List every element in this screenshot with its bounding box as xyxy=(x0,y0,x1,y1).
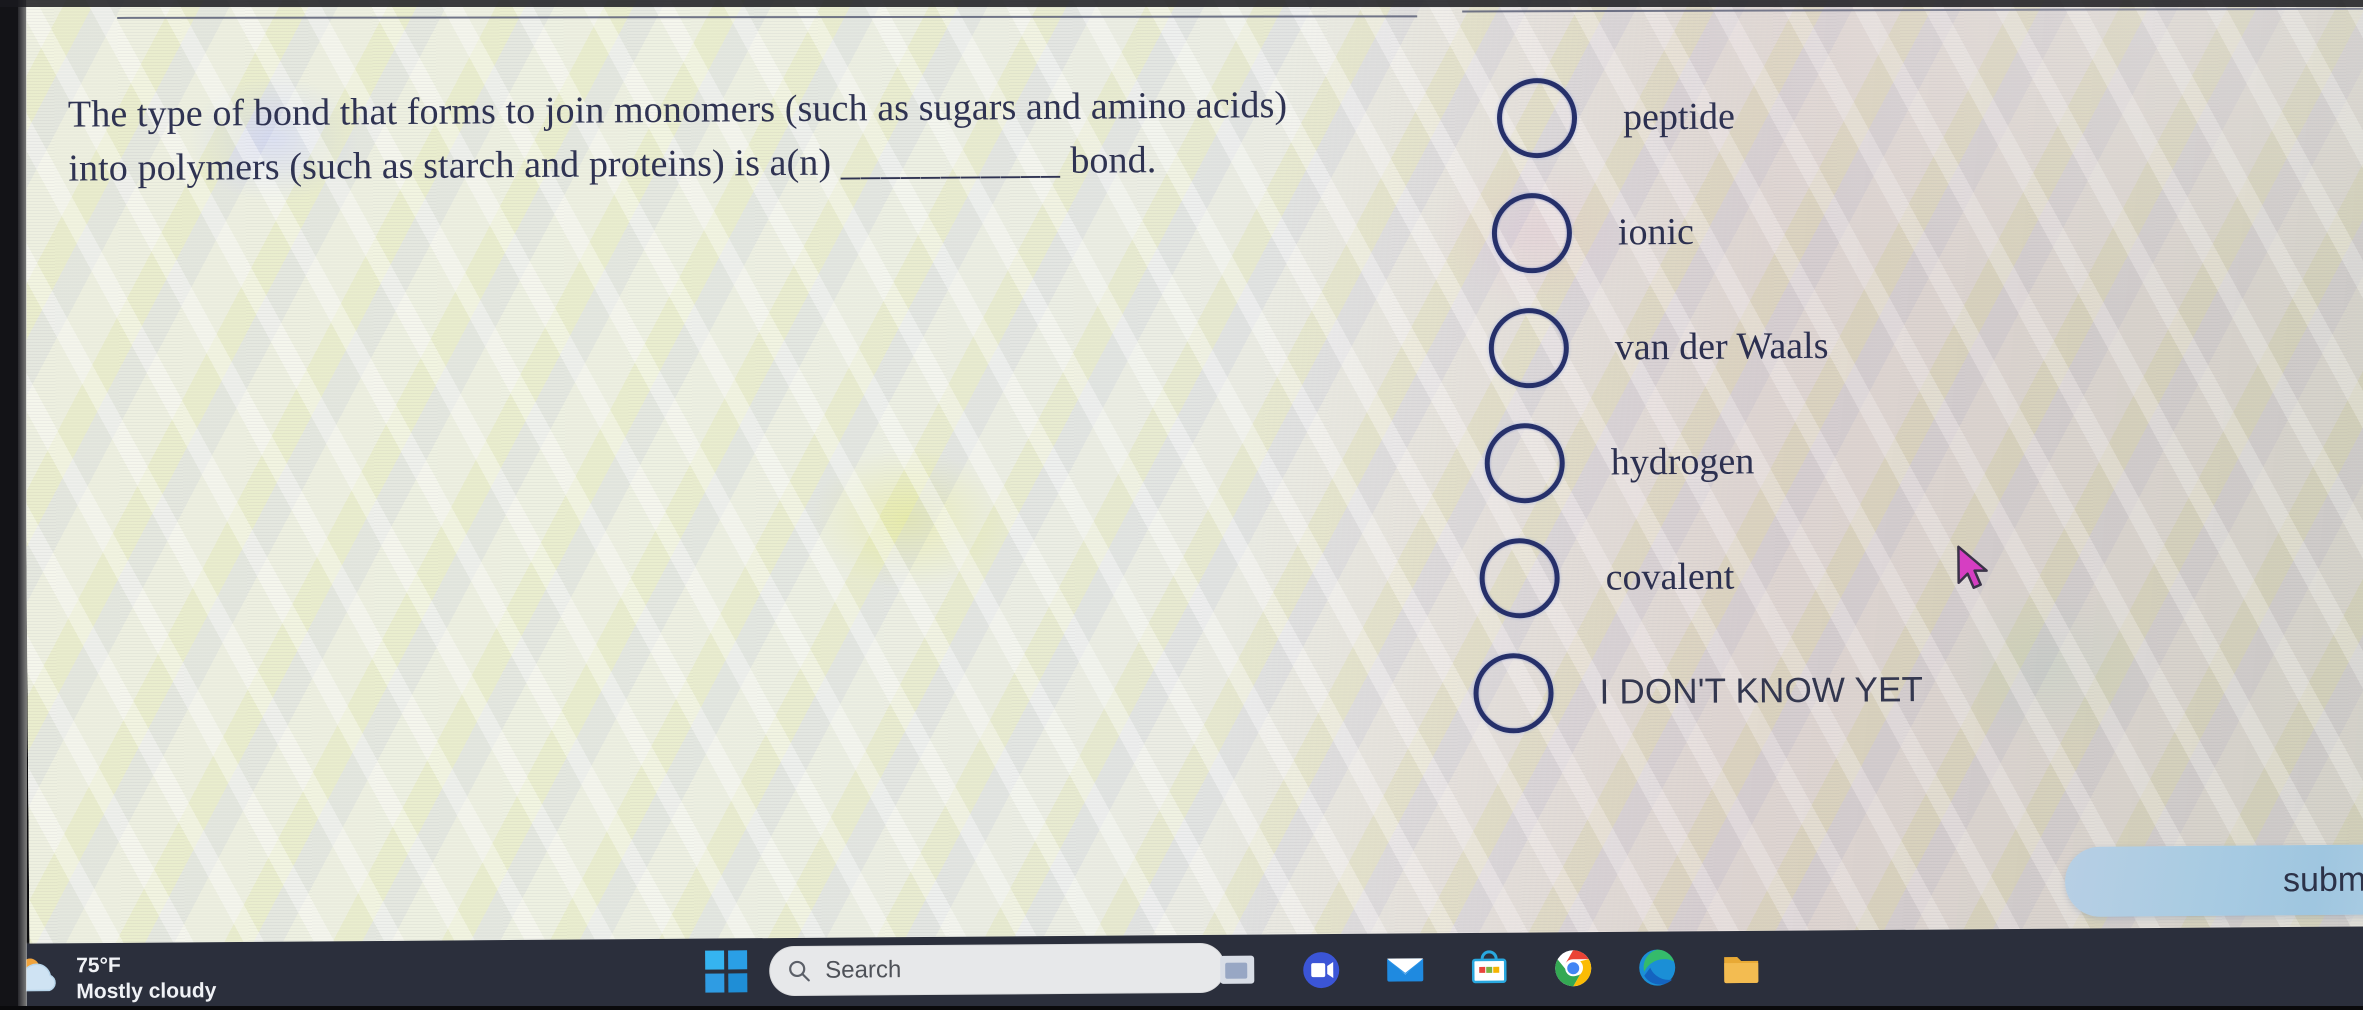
search-icon xyxy=(787,959,811,983)
question-text: The type of bond that forms to join mono… xyxy=(68,79,1329,197)
edge-icon[interactable] xyxy=(1635,945,1679,989)
submit-button[interactable]: submit xyxy=(2064,843,2363,917)
windows-pane-4 xyxy=(728,973,748,993)
question-blank: ___________ xyxy=(840,139,1061,184)
taskbar-weather-widget[interactable]: 75°F Mostly cloudy xyxy=(10,952,216,1006)
answer-options-list: peptide ionic van der Waals hydrogen cov… xyxy=(1463,54,2363,751)
answer-option-label: peptide xyxy=(1622,95,1736,138)
answer-option-i-dont-know-yet[interactable]: I DON'T KNOW YET xyxy=(1473,629,2363,751)
answer-option-label: van der Waals xyxy=(1614,324,1829,369)
submit-button-label: submit xyxy=(2282,859,2363,899)
windows-pane-2 xyxy=(728,950,748,970)
monitor-bezel-left xyxy=(0,0,27,1010)
mouse-cursor-arrow-icon xyxy=(1955,545,1991,591)
answer-option-label: ionic xyxy=(1617,210,1695,253)
radio-circle-icon[interactable] xyxy=(1473,652,1554,734)
taskbar-search-input[interactable]: Search xyxy=(769,942,1226,997)
quiz-page: ANSWER The type of bond that forms to jo… xyxy=(22,0,2363,954)
answer-option-peptide[interactable]: peptide xyxy=(1496,54,2363,176)
monitor-bezel-bottom xyxy=(0,1006,2363,1010)
folder-icon[interactable] xyxy=(1719,945,1763,989)
windows-pane-3 xyxy=(705,973,725,993)
mail-icon[interactable] xyxy=(1383,947,1427,991)
answer-option-ionic[interactable]: ionic xyxy=(1491,169,2363,291)
question-divider xyxy=(117,15,1418,19)
answer-option-hydrogen[interactable]: hydrogen xyxy=(1484,399,2363,521)
weather-temperature: 75°F xyxy=(76,953,121,978)
answer-option-label: I DON'T KNOW YET xyxy=(1599,669,1924,712)
microsoft-store-icon[interactable] xyxy=(1467,947,1511,991)
radio-circle-icon[interactable] xyxy=(1496,77,1578,158)
radio-circle-icon[interactable] xyxy=(1491,192,1573,273)
start-button-windows-logo-icon[interactable] xyxy=(705,950,748,993)
answer-option-label: hydrogen xyxy=(1610,439,1755,484)
photo-of-screen: ANSWER The type of bond that forms to jo… xyxy=(0,0,2363,1010)
radio-circle-icon[interactable] xyxy=(1484,422,1566,504)
windows-pane-1 xyxy=(705,950,725,970)
file-explorer-window-icon[interactable] xyxy=(1215,949,1259,993)
chrome-icon[interactable] xyxy=(1551,946,1595,990)
question-line-2-pre: polymers (such as starch and proteins) i… xyxy=(137,141,841,190)
question-line-2-post: bond. xyxy=(1060,139,1157,182)
radio-circle-icon[interactable] xyxy=(1488,307,1570,388)
answer-option-van-der-waals[interactable]: van der Waals xyxy=(1488,284,2363,406)
computer-screen: ANSWER The type of bond that forms to jo… xyxy=(22,0,2363,954)
search-placeholder: Search xyxy=(825,956,902,984)
taskbar-app-icons xyxy=(1215,945,1763,993)
video-call-icon[interactable] xyxy=(1299,948,1343,992)
answer-option-label: covalent xyxy=(1605,555,1735,599)
monitor-bezel-top xyxy=(0,0,2363,7)
radio-circle-icon[interactable] xyxy=(1479,537,1560,619)
weather-condition: Mostly cloudy xyxy=(76,979,217,1004)
answer-option-covalent[interactable]: covalent xyxy=(1479,514,2363,636)
